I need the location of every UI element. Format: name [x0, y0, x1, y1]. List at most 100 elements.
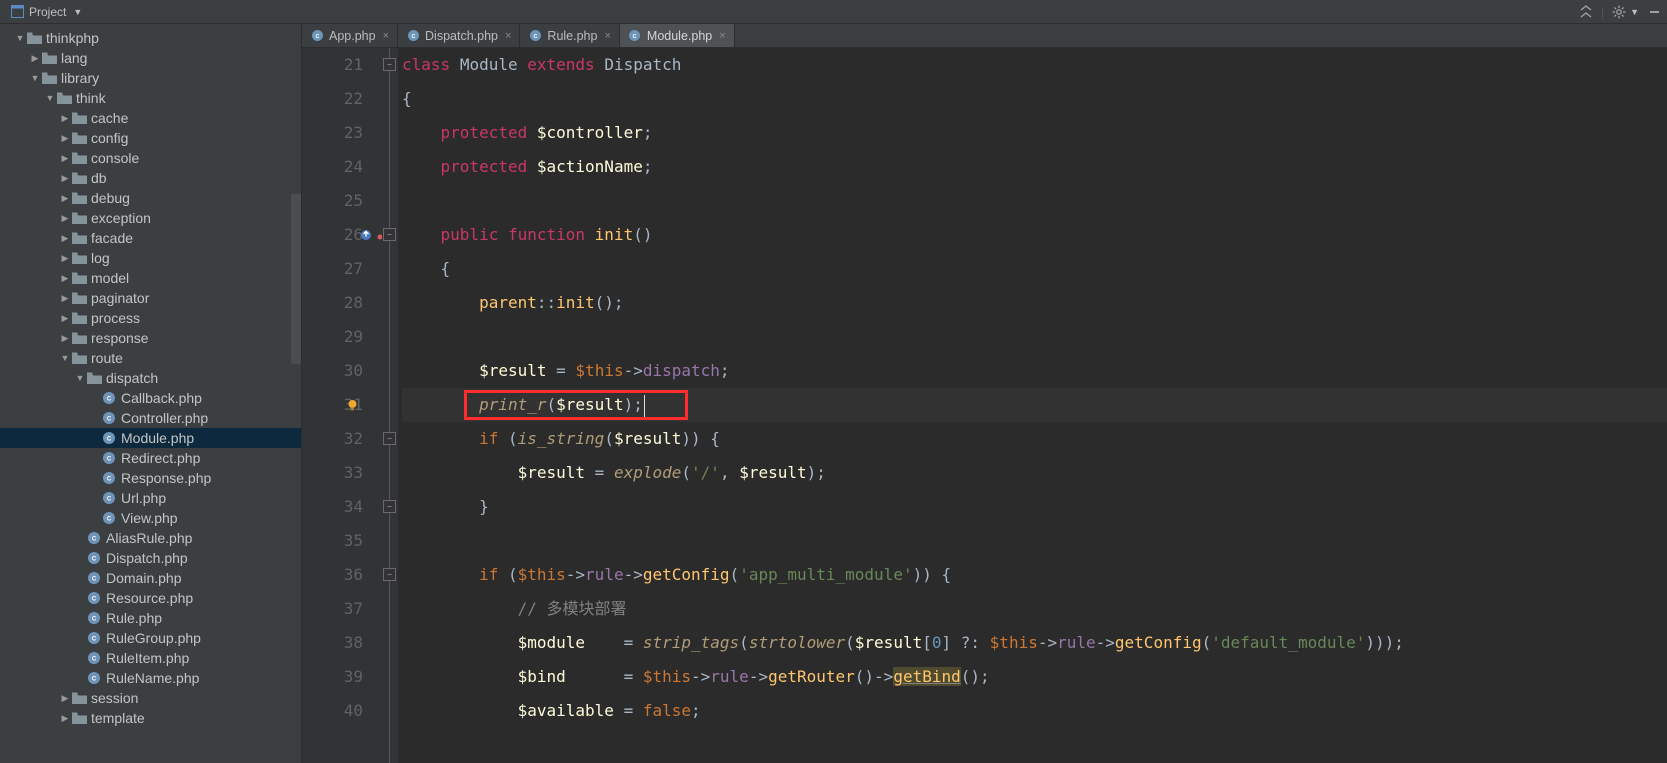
- line-number[interactable]: 29: [302, 320, 363, 354]
- line-number[interactable]: 33: [302, 456, 363, 490]
- tree-file[interactable]: ▶CRuleGroup.php: [0, 628, 301, 648]
- chevron-right-icon[interactable]: ▶: [59, 253, 71, 264]
- fold-collapse-icon[interactable]: −: [383, 568, 396, 581]
- code-line[interactable]: [402, 184, 1667, 218]
- tree-file[interactable]: ▶CModule.php: [0, 428, 301, 448]
- code-line[interactable]: if ($this->rule->getConfig('app_multi_mo…: [402, 558, 1667, 592]
- code-line[interactable]: }: [402, 490, 1667, 524]
- tree-folder[interactable]: ▶config: [0, 128, 301, 148]
- tree-folder[interactable]: ▶paginator: [0, 288, 301, 308]
- fold-collapse-icon[interactable]: −: [383, 500, 396, 513]
- line-number[interactable]: 22: [302, 82, 363, 116]
- fold-collapse-icon[interactable]: −: [383, 228, 396, 241]
- override-method-icon[interactable]: [359, 228, 373, 242]
- chevron-right-icon[interactable]: ▶: [59, 273, 71, 284]
- line-number[interactable]: 25: [302, 184, 363, 218]
- chevron-right-icon[interactable]: ▶: [59, 173, 71, 184]
- tree-file[interactable]: ▶CDispatch.php: [0, 548, 301, 568]
- tree-file[interactable]: ▶CAliasRule.php: [0, 528, 301, 548]
- tree-folder[interactable]: ▶facade: [0, 228, 301, 248]
- editor-tab[interactable]: CRule.php×: [520, 24, 619, 47]
- line-number[interactable]: 34: [302, 490, 363, 524]
- tree-folder[interactable]: ▶model: [0, 268, 301, 288]
- tree-folder[interactable]: ▶session: [0, 688, 301, 708]
- chevron-down-icon[interactable]: ▼: [44, 93, 56, 103]
- code-line[interactable]: protected $controller;: [402, 116, 1667, 150]
- fold-collapse-icon[interactable]: −: [383, 432, 396, 445]
- tree-folder[interactable]: ▶lang: [0, 48, 301, 68]
- tree-file[interactable]: ▶CDomain.php: [0, 568, 301, 588]
- code-line[interactable]: $result = explode('/', $result);: [402, 456, 1667, 490]
- chevron-right-icon[interactable]: ▶: [59, 213, 71, 224]
- close-icon[interactable]: ×: [505, 30, 511, 42]
- tree-file[interactable]: ▶CRule.php: [0, 608, 301, 628]
- code-line[interactable]: [402, 524, 1667, 558]
- line-number[interactable]: 23: [302, 116, 363, 150]
- tree-folder[interactable]: ▶debug: [0, 188, 301, 208]
- scrollbar-thumb[interactable]: [291, 194, 301, 364]
- code-line[interactable]: if (is_string($result)) {: [402, 422, 1667, 456]
- fold-strip[interactable]: − − − − −: [382, 48, 398, 763]
- code-line[interactable]: $result = $this->dispatch;: [402, 354, 1667, 388]
- code-line[interactable]: class Module extends Dispatch: [402, 48, 1667, 82]
- chevron-right-icon[interactable]: ▶: [59, 313, 71, 324]
- tree-file[interactable]: ▶CUrl.php: [0, 488, 301, 508]
- code-line[interactable]: parent::init();: [402, 286, 1667, 320]
- code-line[interactable]: $available = false;: [402, 694, 1667, 728]
- tree-folder[interactable]: ▶cache: [0, 108, 301, 128]
- tree-folder[interactable]: ▼dispatch: [0, 368, 301, 388]
- code-line[interactable]: protected $actionName;: [402, 150, 1667, 184]
- line-number[interactable]: 21: [302, 48, 363, 82]
- tree-file[interactable]: ▶CController.php: [0, 408, 301, 428]
- chevron-right-icon[interactable]: ▶: [59, 693, 71, 704]
- fold-collapse-icon[interactable]: −: [383, 58, 396, 71]
- code-line[interactable]: $bind = $this->rule->getRouter()->getBin…: [402, 660, 1667, 694]
- tree-file[interactable]: ▶CView.php: [0, 508, 301, 528]
- line-number[interactable]: 39: [302, 660, 363, 694]
- editor-tab[interactable]: CApp.php×: [302, 24, 398, 47]
- line-number[interactable]: 35: [302, 524, 363, 558]
- line-number[interactable]: 38: [302, 626, 363, 660]
- line-number[interactable]: 28: [302, 286, 363, 320]
- code-line[interactable]: print_r($result);: [402, 388, 1667, 422]
- chevron-down-icon[interactable]: ▼: [59, 353, 71, 363]
- line-number[interactable]: 30: [302, 354, 363, 388]
- chevron-down-icon[interactable]: ▼: [74, 373, 86, 383]
- chevron-right-icon[interactable]: ▶: [59, 233, 71, 244]
- close-icon[interactable]: ×: [719, 30, 725, 42]
- tree-file[interactable]: ▶CRuleItem.php: [0, 648, 301, 668]
- line-number[interactable]: 36: [302, 558, 363, 592]
- line-number[interactable]: 37: [302, 592, 363, 626]
- editor-gutter[interactable]: 2122232425262728293031323334353637383940: [302, 48, 382, 763]
- line-number[interactable]: 24: [302, 150, 363, 184]
- tree-folder[interactable]: ▼library: [0, 68, 301, 88]
- code-line[interactable]: // 多模块部署: [402, 592, 1667, 626]
- tree-folder[interactable]: ▼route: [0, 348, 301, 368]
- line-number[interactable]: 40: [302, 694, 363, 728]
- tree-folder[interactable]: ▶response: [0, 328, 301, 348]
- code-line[interactable]: {: [402, 252, 1667, 286]
- close-icon[interactable]: ×: [604, 30, 610, 42]
- chevron-right-icon[interactable]: ▶: [59, 293, 71, 304]
- chevron-right-icon[interactable]: ▶: [59, 113, 71, 124]
- chevron-right-icon[interactable]: ▶: [59, 153, 71, 164]
- tree-folder[interactable]: ▶console: [0, 148, 301, 168]
- code-editor[interactable]: class Module extends Dispatch { protected…: [398, 48, 1667, 763]
- tree-file[interactable]: ▶CResource.php: [0, 588, 301, 608]
- line-number[interactable]: 32: [302, 422, 363, 456]
- tree-file[interactable]: ▶CRuleName.php: [0, 668, 301, 688]
- intention-bulb-icon[interactable]: [345, 398, 359, 412]
- editor-tab[interactable]: CDispatch.php×: [398, 24, 520, 47]
- tree-folder[interactable]: ▶db: [0, 168, 301, 188]
- line-number[interactable]: 26: [302, 218, 363, 252]
- tree-folder[interactable]: ▶log: [0, 248, 301, 268]
- tree-file[interactable]: ▶CRedirect.php: [0, 448, 301, 468]
- chevron-right-icon[interactable]: ▶: [29, 53, 41, 64]
- chevron-right-icon[interactable]: ▶: [59, 193, 71, 204]
- chevron-right-icon[interactable]: ▶: [59, 333, 71, 344]
- collapse-tool-icon[interactable]: [1579, 5, 1593, 19]
- tree-folder[interactable]: ▶template: [0, 708, 301, 728]
- code-line[interactable]: $module = strip_tags(strtolower($result[…: [402, 626, 1667, 660]
- hide-tool-window-icon[interactable]: [1649, 5, 1663, 19]
- project-tree[interactable]: ▼thinkphp▶lang▼library▼think▶cache▶confi…: [0, 24, 301, 763]
